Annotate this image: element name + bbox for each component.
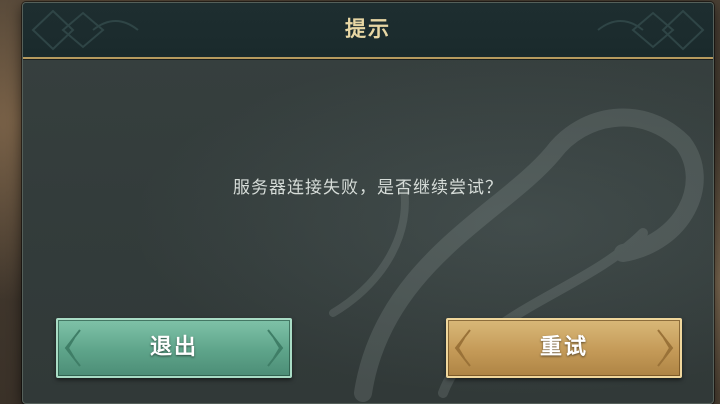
retry-button-label: 重试 bbox=[539, 335, 588, 360]
retry-button[interactable]: 重试 bbox=[446, 318, 682, 378]
exit-button-label: 退出 bbox=[149, 335, 198, 360]
dialog-title: 提示 bbox=[345, 17, 391, 41]
prompt-dialog: 提示 服务器连接失败，是否继续尝试？ 退出 重试 bbox=[22, 2, 714, 404]
exit-button[interactable]: 退出 bbox=[56, 318, 292, 378]
game-scene-background: 提示 服务器连接失败，是否继续尝试？ 退出 重试 bbox=[0, 0, 720, 404]
dialog-message: 服务器连接失败，是否继续尝试？ bbox=[233, 178, 503, 198]
dialog-title-bar: 提示 bbox=[23, 3, 713, 59]
